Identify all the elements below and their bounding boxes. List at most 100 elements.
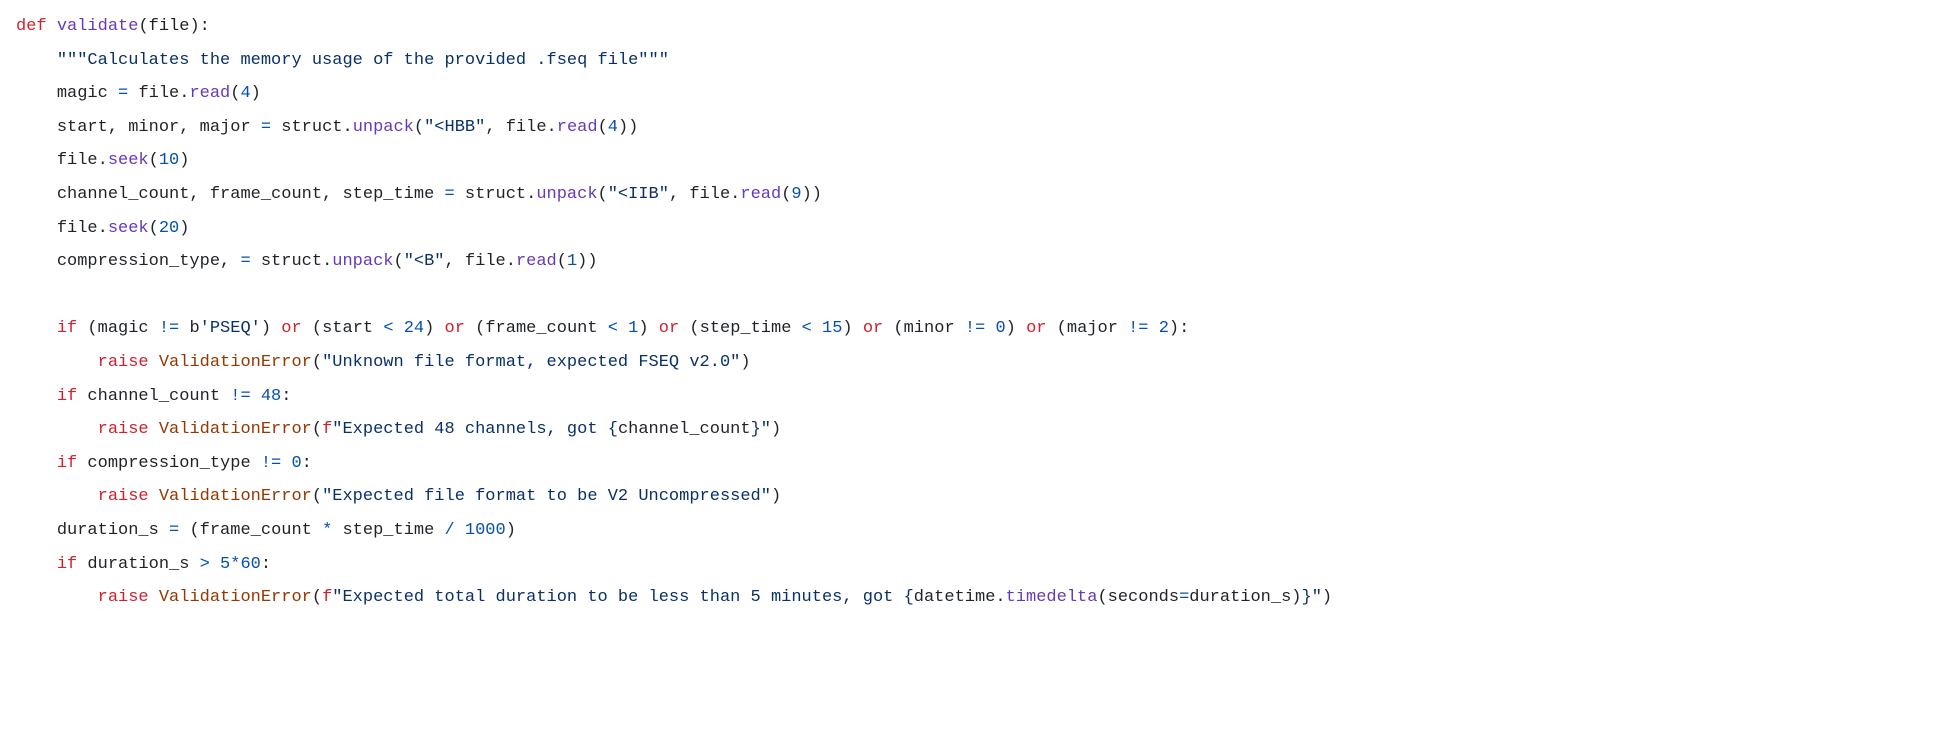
paren-close: ) bbox=[251, 84, 261, 103]
assign: = bbox=[444, 185, 454, 204]
call-seek: seek bbox=[108, 151, 149, 170]
call-read: read bbox=[189, 84, 230, 103]
int-2: 2 bbox=[1159, 319, 1169, 338]
text: ) bbox=[638, 319, 658, 338]
obj: file. bbox=[57, 219, 108, 238]
fmt: "<B" bbox=[404, 252, 445, 271]
fstring-end: " bbox=[761, 420, 771, 439]
lhs: magic bbox=[57, 84, 108, 103]
paren-open: ( bbox=[598, 185, 608, 204]
int-0: 0 bbox=[291, 454, 301, 473]
exception-class: ValidationError bbox=[159, 487, 312, 506]
text: ) bbox=[424, 319, 444, 338]
paren-close: ) bbox=[1322, 588, 1332, 607]
obj: file. bbox=[57, 151, 108, 170]
keyword-raise: raise bbox=[98, 353, 149, 372]
paren-open: ( bbox=[598, 118, 608, 137]
paren-close: ) bbox=[179, 219, 189, 238]
paren-close: ) bbox=[740, 353, 750, 372]
op-div: / bbox=[445, 521, 455, 540]
int-0: 0 bbox=[995, 319, 1005, 338]
params: (file): bbox=[138, 17, 209, 36]
exception-class: ValidationError bbox=[159, 588, 312, 607]
call-timedelta: timedelta bbox=[1006, 588, 1098, 607]
op-ne: != bbox=[261, 454, 281, 473]
text: duration_s bbox=[77, 555, 199, 574]
comma: , file. bbox=[445, 252, 516, 271]
mod: struct. bbox=[281, 118, 352, 137]
call-unpack: unpack bbox=[332, 252, 393, 271]
keyword-if: if bbox=[57, 387, 77, 406]
text: ) bbox=[842, 319, 862, 338]
exception-class: ValidationError bbox=[159, 353, 312, 372]
int-9: 9 bbox=[791, 185, 801, 204]
text: (frame_count bbox=[179, 521, 322, 540]
space bbox=[985, 319, 995, 338]
assign: = bbox=[118, 84, 128, 103]
fmt: "<HBB" bbox=[424, 118, 485, 137]
paren-open: ( bbox=[312, 588, 322, 607]
call-read: read bbox=[516, 252, 557, 271]
keyword-or: or bbox=[659, 319, 679, 338]
space bbox=[251, 387, 261, 406]
paren-close: ) bbox=[771, 420, 781, 439]
string: "Unknown file format, expected FSEQ v2.0… bbox=[322, 353, 740, 372]
call-read: read bbox=[740, 185, 781, 204]
call-seek: seek bbox=[108, 219, 149, 238]
op-ne: != bbox=[230, 387, 250, 406]
colon: : bbox=[261, 555, 271, 574]
assign: = bbox=[169, 521, 179, 540]
fstring-part: "Expected total duration to be less than… bbox=[332, 588, 903, 607]
op-ne: != bbox=[1128, 319, 1148, 338]
paren-open: ( bbox=[414, 118, 424, 137]
int-1: 1 bbox=[628, 319, 638, 338]
brace-close: } bbox=[1302, 588, 1312, 607]
keyword-or: or bbox=[281, 319, 301, 338]
lhs: duration_s bbox=[57, 521, 159, 540]
lhs: compression_type, bbox=[57, 252, 230, 271]
text: (minor bbox=[883, 319, 965, 338]
interp-var: channel_count bbox=[618, 420, 751, 439]
op-lt: < bbox=[608, 319, 618, 338]
op-lt: < bbox=[802, 319, 812, 338]
call-unpack: unpack bbox=[353, 118, 414, 137]
paren-open: ( bbox=[781, 185, 791, 204]
comma: , file. bbox=[485, 118, 556, 137]
keyword-if: if bbox=[57, 555, 77, 574]
colon: : bbox=[281, 387, 291, 406]
obj: file. bbox=[138, 84, 189, 103]
paren-open: ( bbox=[557, 252, 567, 271]
brace-open: { bbox=[608, 420, 618, 439]
text: (step_time bbox=[679, 319, 801, 338]
brace-close: } bbox=[751, 420, 761, 439]
call-unpack: unpack bbox=[536, 185, 597, 204]
assign: = bbox=[261, 118, 271, 137]
interp-mod: datetime. bbox=[914, 588, 1006, 607]
fstring-part: "Expected 48 channels, got bbox=[332, 420, 607, 439]
paren-close: ) bbox=[771, 487, 781, 506]
int-5: 5 bbox=[220, 555, 230, 574]
space bbox=[812, 319, 822, 338]
text: step_time bbox=[332, 521, 444, 540]
text: channel_count bbox=[77, 387, 230, 406]
keyword-raise: raise bbox=[98, 487, 149, 506]
paren-open: ( bbox=[230, 84, 240, 103]
fstring-end: " bbox=[1312, 588, 1322, 607]
int-15: 15 bbox=[822, 319, 842, 338]
keyword-or: or bbox=[445, 319, 465, 338]
kwarg-name: seconds bbox=[1108, 588, 1179, 607]
int-4: 4 bbox=[240, 84, 250, 103]
int-60: 60 bbox=[240, 555, 260, 574]
int-10: 10 bbox=[159, 151, 179, 170]
brace-open: { bbox=[904, 588, 914, 607]
int-20: 20 bbox=[159, 219, 179, 238]
text: ) bbox=[1006, 319, 1026, 338]
paren-close: ) bbox=[1291, 588, 1301, 607]
op-lt: < bbox=[383, 319, 393, 338]
bytes-prefix: b bbox=[179, 319, 199, 338]
paren-close: )) bbox=[618, 118, 638, 137]
colon: : bbox=[302, 454, 312, 473]
bytes-str: 'PSEQ' bbox=[200, 319, 261, 338]
keyword-def: def bbox=[16, 17, 47, 36]
paren-close: ) bbox=[506, 521, 516, 540]
